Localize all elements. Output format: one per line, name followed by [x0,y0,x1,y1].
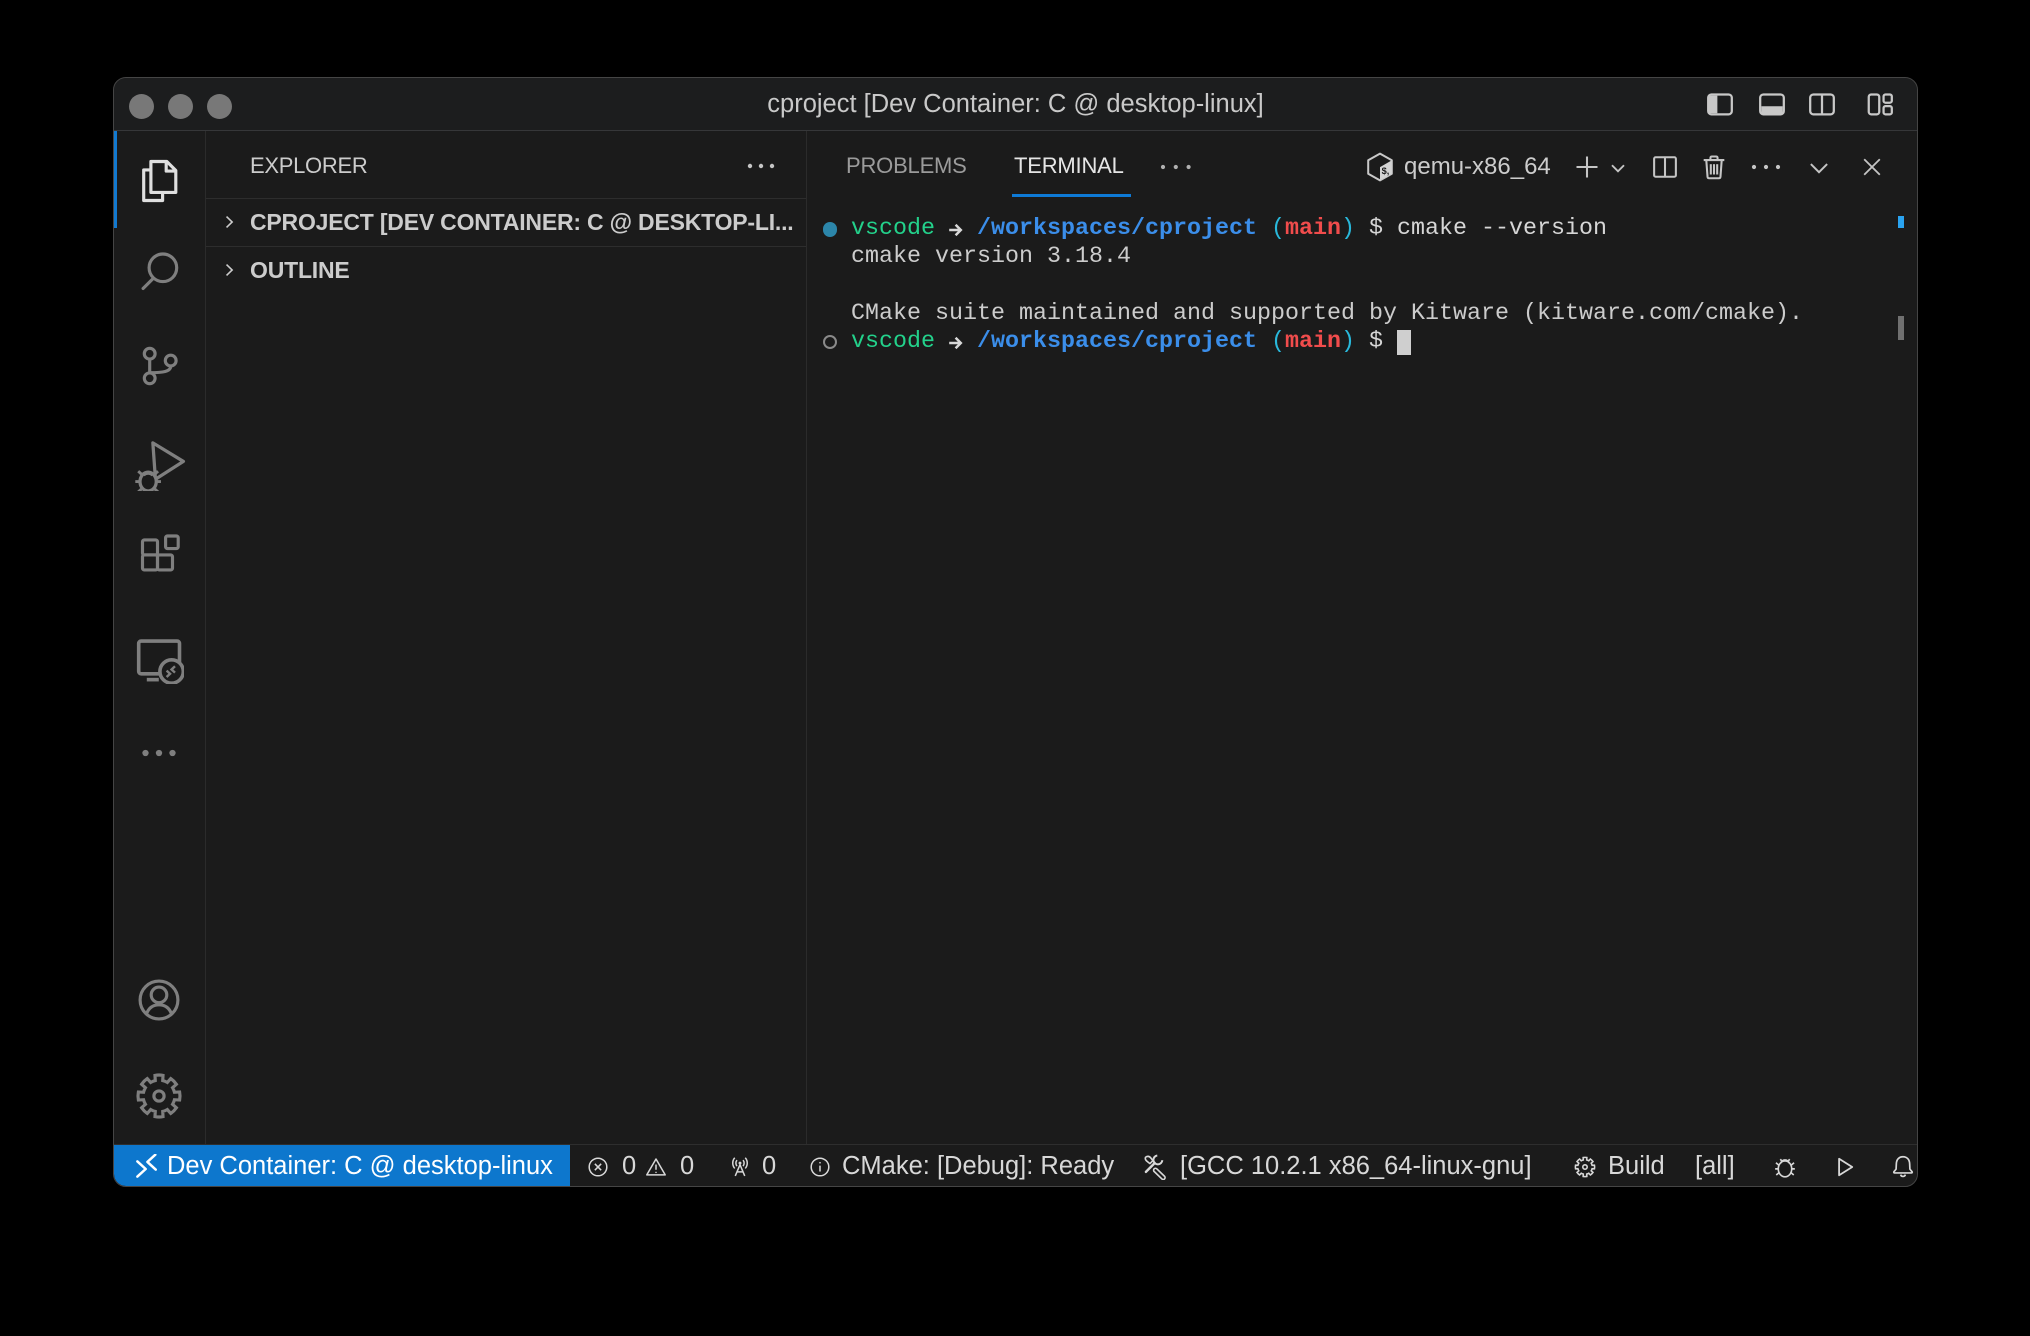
svg-text:$,: $, [1382,166,1390,176]
